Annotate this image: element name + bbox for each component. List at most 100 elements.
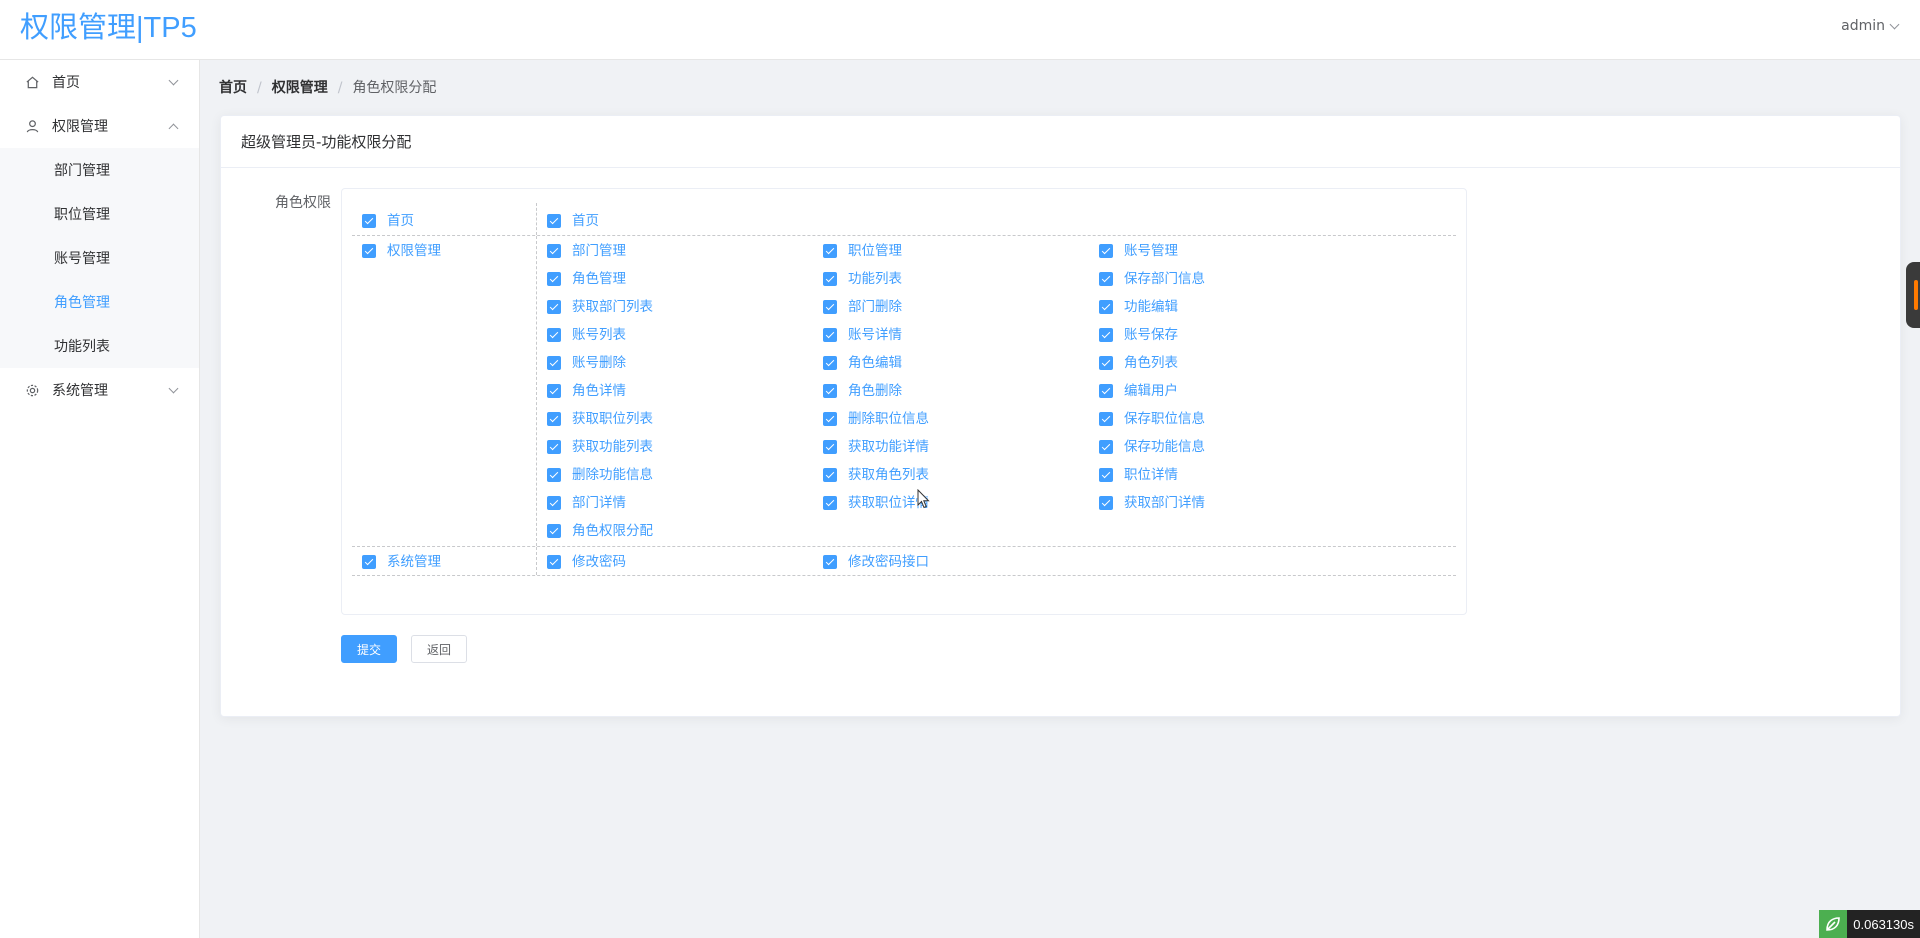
checkbox-checked-icon	[823, 440, 837, 454]
checkbox-checked-icon	[547, 496, 561, 510]
checkbox-checked-icon	[1099, 300, 1113, 314]
checkbox-parent-system[interactable]: 系统管理	[362, 553, 441, 571]
checkbox-child[interactable]: 删除功能信息	[547, 466, 653, 484]
checkbox-child[interactable]: 部门详情	[547, 494, 626, 512]
sidebar-item-home[interactable]: 首页	[0, 60, 199, 104]
checkbox-child[interactable]: 编辑用户	[1099, 382, 1178, 400]
sidebar-item-permission[interactable]: 权限管理	[0, 104, 199, 148]
checkbox-checked-icon	[823, 300, 837, 314]
back-button[interactable]: 返回	[411, 635, 467, 663]
checkbox-checked-icon	[1099, 384, 1113, 398]
user-menu[interactable]: admin	[1841, 16, 1900, 36]
home-icon	[24, 74, 40, 90]
checkbox-child[interactable]: 保存部门信息	[1099, 270, 1205, 288]
top-header: 权限管理|TP5 admin	[0, 0, 1920, 60]
checkbox-checked-icon	[547, 356, 561, 370]
card-title: 超级管理员-功能权限分配	[221, 116, 1900, 168]
checkbox-child[interactable]: 获取功能详情	[823, 438, 929, 456]
checkbox-checked-icon	[823, 272, 837, 286]
sidebar-item-role[interactable]: 角色管理	[0, 280, 199, 324]
checkbox-checked-icon	[823, 244, 837, 258]
main-content: 首页 / 权限管理 / 角色权限分配 超级管理员-功能权限分配 角色权限 首页	[201, 61, 1920, 938]
leaf-icon	[1819, 910, 1848, 938]
checkbox-child[interactable]: 获取部门列表	[547, 298, 653, 316]
checkbox-child[interactable]: 删除职位信息	[823, 410, 929, 428]
permission-card: 超级管理员-功能权限分配 角色权限 首页 首页 权限管理 部门管理 职位管理 账…	[220, 115, 1901, 717]
permission-row-home: 首页 首页	[352, 203, 1456, 236]
checkbox-checked-icon	[547, 524, 561, 538]
checkbox-child[interactable]: 修改密码	[547, 553, 626, 571]
checkbox-checked-icon	[823, 384, 837, 398]
checkbox-child[interactable]: 角色管理	[547, 270, 626, 288]
checkbox-child[interactable]: 保存职位信息	[1099, 410, 1205, 428]
checkbox-child[interactable]: 获取职位详情	[823, 494, 929, 512]
checkbox-child[interactable]: 获取功能列表	[547, 438, 653, 456]
checkbox-child[interactable]: 角色权限分配	[547, 522, 653, 540]
checkbox-checked-icon	[547, 244, 561, 258]
checkbox-child[interactable]: 功能编辑	[1099, 298, 1178, 316]
checkbox-checked-icon	[547, 555, 561, 569]
checkbox-checked-icon	[547, 468, 561, 482]
breadcrumb-permission[interactable]: 权限管理	[272, 78, 328, 98]
username: admin	[1841, 18, 1885, 34]
side-drawer-handle[interactable]	[1906, 262, 1920, 328]
checkbox-child[interactable]: 修改密码接口	[823, 553, 929, 571]
debug-timer[interactable]: 0.063130s	[1819, 910, 1920, 938]
checkbox-checked-icon	[1099, 328, 1113, 342]
sidebar-item-system[interactable]: 系统管理	[0, 368, 199, 412]
checkbox-child[interactable]: 首页	[547, 212, 599, 230]
sidebar-item-function-list[interactable]: 功能列表	[0, 324, 199, 368]
checkbox-child[interactable]: 账号管理	[1099, 242, 1178, 260]
checkbox-child[interactable]: 账号详情	[823, 326, 902, 344]
checkbox-checked-icon	[1099, 468, 1113, 482]
sidebar-item-position[interactable]: 职位管理	[0, 192, 199, 236]
checkbox-child[interactable]: 功能列表	[823, 270, 902, 288]
chevron-down-icon	[168, 383, 179, 393]
checkbox-child[interactable]: 角色删除	[823, 382, 902, 400]
breadcrumb: 首页 / 权限管理 / 角色权限分配	[219, 78, 437, 98]
checkbox-child[interactable]: 获取部门详情	[1099, 494, 1205, 512]
checkbox-checked-icon	[1099, 272, 1113, 286]
checkbox-child[interactable]: 获取职位列表	[547, 410, 653, 428]
sidebar-item-department[interactable]: 部门管理	[0, 148, 199, 192]
checkbox-checked-icon	[823, 468, 837, 482]
checkbox-parent-home[interactable]: 首页	[362, 212, 414, 230]
checkbox-parent-permission[interactable]: 权限管理	[362, 242, 441, 260]
checkbox-checked-icon	[1099, 356, 1113, 370]
checkbox-child[interactable]: 账号列表	[547, 326, 626, 344]
checkbox-child[interactable]: 部门管理	[547, 242, 626, 260]
checkbox-child[interactable]: 账号保存	[1099, 326, 1178, 344]
permission-tree: 首页 首页 权限管理 部门管理 职位管理账号管理 角色管理 功能列表 保存部门信…	[341, 188, 1467, 615]
checkbox-checked-icon	[823, 328, 837, 342]
submit-button[interactable]: 提交	[341, 635, 397, 663]
chevron-up-icon	[168, 123, 179, 133]
checkbox-child[interactable]: 账号删除	[547, 354, 626, 372]
app-logo[interactable]: 权限管理|TP5	[20, 8, 197, 48]
checkbox-child[interactable]: 角色编辑	[823, 354, 902, 372]
breadcrumb-home[interactable]: 首页	[219, 78, 247, 98]
checkbox-child[interactable]: 角色列表	[1099, 354, 1178, 372]
checkbox-checked-icon	[362, 214, 376, 228]
checkbox-checked-icon	[823, 356, 837, 370]
checkbox-checked-icon	[1099, 496, 1113, 510]
checkbox-checked-icon	[823, 412, 837, 426]
checkbox-child[interactable]: 获取角色列表	[823, 466, 929, 484]
checkbox-child[interactable]: 职位详情	[1099, 466, 1178, 484]
checkbox-checked-icon	[547, 440, 561, 454]
sidebar-item-account[interactable]: 账号管理	[0, 236, 199, 280]
mouse-cursor-icon	[917, 489, 930, 509]
checkbox-checked-icon	[547, 272, 561, 286]
checkbox-child[interactable]: 角色详情	[547, 382, 626, 400]
checkbox-checked-icon	[1099, 440, 1113, 454]
checkbox-checked-icon	[547, 412, 561, 426]
checkbox-checked-icon	[547, 214, 561, 228]
breadcrumb-current: 角色权限分配	[352, 80, 437, 96]
checkbox-child[interactable]: 保存功能信息	[1099, 438, 1205, 456]
checkbox-child[interactable]: 部门删除	[823, 298, 902, 316]
checkbox-checked-icon	[823, 496, 837, 510]
checkbox-checked-icon	[1099, 412, 1113, 426]
checkbox-checked-icon	[362, 555, 376, 569]
form-label-role-permission: 角色权限	[275, 195, 331, 211]
checkbox-child[interactable]: 职位管理	[823, 242, 902, 260]
permission-row-permission: 权限管理 部门管理 职位管理 账号管理角色管理 功能列表 保存部门信息获取部门列表 部门删…	[352, 236, 1456, 547]
